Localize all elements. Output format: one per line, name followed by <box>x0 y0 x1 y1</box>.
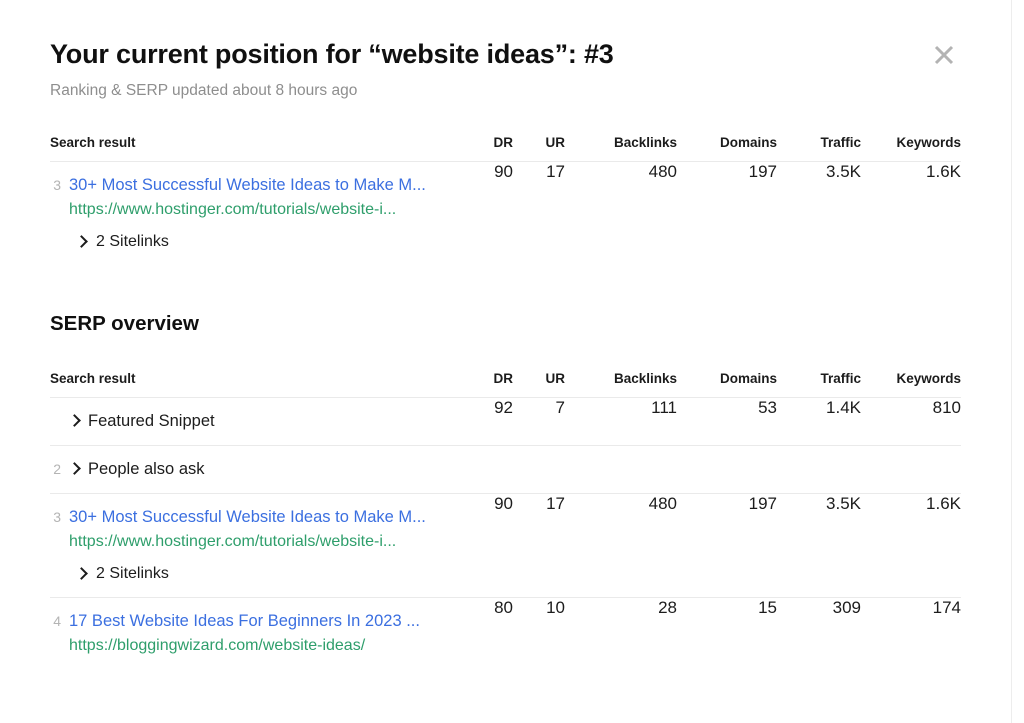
cell-ur: 17 <box>513 162 565 266</box>
page-subtitle: Ranking & SERP updated about 8 hours ago <box>50 82 961 101</box>
sitelinks-toggle[interactable]: 2 Sitelinks <box>77 233 445 251</box>
serp-position-panel: Your current position for “website ideas… <box>0 0 1012 723</box>
column-header-ur: UR <box>513 135 565 162</box>
cell-dr: 92 <box>455 397 513 445</box>
column-header-traffic: Traffic <box>777 371 861 398</box>
chevron-right-icon <box>77 567 86 581</box>
sitelinks-label: 2 Sitelinks <box>96 233 169 251</box>
table-row: 3 30+ Most Successful Website Ideas to M… <box>50 162 961 266</box>
panel-header: Your current position for “website ideas… <box>50 0 961 100</box>
cell-domains: 53 <box>677 397 777 445</box>
table-body: 3 30+ Most Successful Website Ideas to M… <box>50 162 961 266</box>
panel-content: Your current position for “website ideas… <box>0 0 1011 669</box>
table-row: 4 17 Best Website Ideas For Beginners In… <box>50 597 961 669</box>
table-row: 2 People also ask <box>50 445 961 493</box>
serp-feature-toggle[interactable]: Featured Snippet <box>50 412 445 431</box>
table-header: Search result DR UR Backlinks Domains Tr… <box>50 371 961 398</box>
result-rank: 3 <box>50 509 61 525</box>
cell-backlinks: 28 <box>565 597 677 669</box>
cell-dr: 90 <box>455 493 513 597</box>
cell-domains: 197 <box>677 493 777 597</box>
result-title-line: 3 30+ Most Successful Website Ideas to M… <box>50 508 445 527</box>
table-body: Featured Snippet 92 7 111 53 1.4K 810 <box>50 397 961 669</box>
column-header-backlinks: Backlinks <box>565 371 677 398</box>
result-url-link[interactable]: https://bloggingwizard.com/website-ideas… <box>69 637 445 655</box>
result-cell: Featured Snippet <box>50 397 455 445</box>
cell-ur: 7 <box>513 397 565 445</box>
cell-domains: 15 <box>677 597 777 669</box>
table-row: 3 30+ Most Successful Website Ideas to M… <box>50 493 961 597</box>
table-header-row: Search result DR UR Backlinks Domains Tr… <box>50 135 961 162</box>
result-title-line: 3 30+ Most Successful Website Ideas to M… <box>50 176 445 195</box>
result-cell: 4 17 Best Website Ideas For Beginners In… <box>50 597 455 669</box>
cell-keywords: 174 <box>861 597 961 669</box>
result-cell: 3 30+ Most Successful Website Ideas to M… <box>50 493 455 597</box>
cell-dr <box>455 445 513 493</box>
cell-backlinks <box>565 445 677 493</box>
page-title: Your current position for “website ideas… <box>50 38 961 72</box>
cell-traffic: 1.4K <box>777 397 861 445</box>
column-header-keywords: Keywords <box>861 135 961 162</box>
result-rank: 4 <box>50 613 61 629</box>
cell-ur: 17 <box>513 493 565 597</box>
result-url-link[interactable]: https://www.hostinger.com/tutorials/webs… <box>69 533 445 551</box>
serp-feature-label: Featured Snippet <box>88 412 215 431</box>
cell-backlinks: 480 <box>565 493 677 597</box>
cell-backlinks: 111 <box>565 397 677 445</box>
serp-overview-table: Search result DR UR Backlinks Domains Tr… <box>50 371 961 669</box>
column-header-ur: UR <box>513 371 565 398</box>
result-cell: 2 People also ask <box>50 445 455 493</box>
cell-traffic: 309 <box>777 597 861 669</box>
result-title-link[interactable]: 17 Best Website Ideas For Beginners In 2… <box>69 612 420 631</box>
serp-feature-label: People also ask <box>88 460 205 479</box>
column-header-keywords: Keywords <box>861 371 961 398</box>
chevron-right-icon <box>70 414 79 428</box>
cell-traffic: 3.5K <box>777 493 861 597</box>
column-header-domains: Domains <box>677 135 777 162</box>
cell-domains <box>677 445 777 493</box>
result-cell: 3 30+ Most Successful Website Ideas to M… <box>50 162 455 266</box>
table-row: Featured Snippet 92 7 111 53 1.4K 810 <box>50 397 961 445</box>
result-url-link[interactable]: https://www.hostinger.com/tutorials/webs… <box>69 201 445 219</box>
sitelinks-label: 2 Sitelinks <box>96 565 169 583</box>
result-rank: 2 <box>50 461 61 477</box>
cell-keywords: 810 <box>861 397 961 445</box>
close-icon <box>932 43 956 67</box>
sitelinks-toggle[interactable]: 2 Sitelinks <box>77 565 445 583</box>
spacer <box>50 100 961 135</box>
cell-dr: 80 <box>455 597 513 669</box>
cell-keywords: 1.6K <box>861 493 961 597</box>
table-header: Search result DR UR Backlinks Domains Tr… <box>50 135 961 162</box>
cell-ur <box>513 445 565 493</box>
cell-dr: 90 <box>455 162 513 266</box>
column-header-search-result: Search result <box>50 135 455 162</box>
cell-keywords <box>861 445 961 493</box>
column-header-dr: DR <box>455 371 513 398</box>
serp-overview-heading: SERP overview <box>50 265 961 371</box>
result-title-line: 4 17 Best Website Ideas For Beginners In… <box>50 612 445 631</box>
result-rank: 3 <box>50 177 61 193</box>
column-header-search-result: Search result <box>50 371 455 398</box>
chevron-right-icon <box>77 235 86 249</box>
result-title-link[interactable]: 30+ Most Successful Website Ideas to Mak… <box>69 176 426 195</box>
chevron-right-icon <box>70 462 79 476</box>
column-header-domains: Domains <box>677 371 777 398</box>
cell-traffic <box>777 445 861 493</box>
cell-backlinks: 480 <box>565 162 677 266</box>
column-header-dr: DR <box>455 135 513 162</box>
cell-keywords: 1.6K <box>861 162 961 266</box>
column-header-traffic: Traffic <box>777 135 861 162</box>
cell-domains: 197 <box>677 162 777 266</box>
table-header-row: Search result DR UR Backlinks Domains Tr… <box>50 371 961 398</box>
serp-feature-toggle[interactable]: 2 People also ask <box>50 460 445 479</box>
column-header-backlinks: Backlinks <box>565 135 677 162</box>
cell-traffic: 3.5K <box>777 162 861 266</box>
current-position-table: Search result DR UR Backlinks Domains Tr… <box>50 135 961 265</box>
cell-ur: 10 <box>513 597 565 669</box>
result-title-link[interactable]: 30+ Most Successful Website Ideas to Mak… <box>69 508 426 527</box>
close-button[interactable] <box>927 38 961 72</box>
